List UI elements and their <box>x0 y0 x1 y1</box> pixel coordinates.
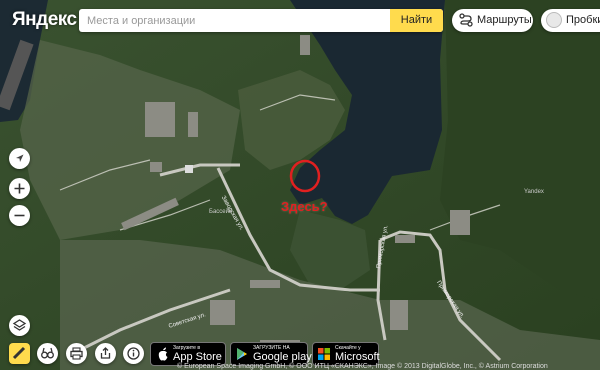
zoom-out-button[interactable] <box>9 205 30 226</box>
search-input[interactable] <box>79 9 395 32</box>
apple-icon <box>158 347 168 361</box>
traffic-button[interactable]: Пробки <box>541 9 600 32</box>
locate-button[interactable] <box>9 148 30 169</box>
zoom-in-button[interactable] <box>9 178 30 199</box>
microsoft-icon <box>318 348 330 360</box>
annotation-text: Здесь? <box>281 199 328 214</box>
place-label: Yandex <box>524 189 544 195</box>
search-bar: Найти <box>79 9 443 32</box>
routes-label: Маршруты <box>477 14 532 26</box>
printer-icon <box>70 347 83 360</box>
ruler-button[interactable] <box>9 343 30 364</box>
panorama-button[interactable] <box>37 343 58 364</box>
minus-icon <box>14 214 25 217</box>
route-icon <box>459 13 473 27</box>
info-icon <box>127 347 140 360</box>
share-button[interactable] <box>95 343 116 364</box>
plus-icon <box>14 183 25 194</box>
traffic-label: Пробки <box>566 14 600 26</box>
layers-icon <box>12 319 27 331</box>
yandex-logo[interactable]: Яндекс <box>12 9 77 31</box>
location-arrow-icon <box>16 154 24 162</box>
google-play-icon <box>237 348 247 360</box>
ruler-icon <box>12 346 26 360</box>
feature-label: Бассейн <box>209 209 233 215</box>
layers-button[interactable] <box>9 315 30 336</box>
satellite-map[interactable] <box>0 0 600 370</box>
info-button[interactable] <box>123 343 144 364</box>
traffic-icon <box>546 12 562 28</box>
print-button[interactable] <box>66 343 87 364</box>
routes-button[interactable]: Маршруты <box>452 9 533 32</box>
share-icon <box>100 347 111 359</box>
search-button[interactable]: Найти <box>390 9 443 32</box>
binoculars-icon <box>41 347 54 359</box>
small-building <box>185 165 193 173</box>
map-attribution: © European Space Imaging GmbH, © ООО ИТЦ… <box>177 363 548 370</box>
